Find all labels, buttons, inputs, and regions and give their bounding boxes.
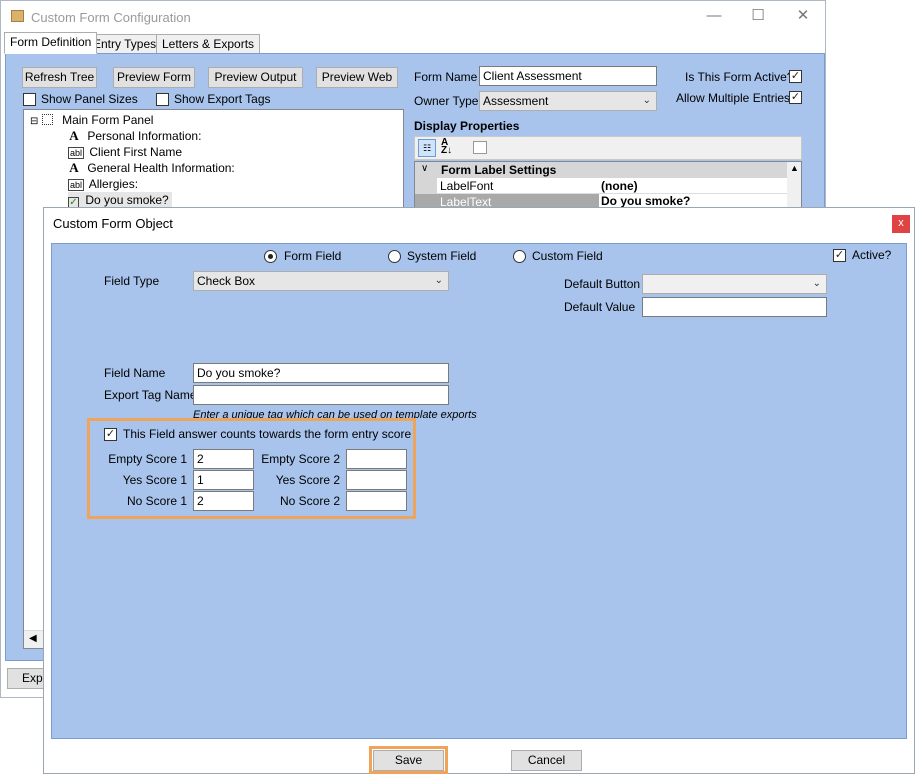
show-panel-sizes-checkbox[interactable]: [23, 93, 36, 106]
form-name-label: Form Name: [414, 70, 478, 84]
refresh-tree-button[interactable]: Refresh Tree: [22, 67, 97, 88]
yes-score-1-label: Yes Score 1: [122, 473, 187, 487]
preview-output-button[interactable]: Preview Output: [208, 67, 303, 88]
owner-type-value: Assessment: [483, 94, 549, 108]
tree-item-label: Main Form Panel: [62, 113, 154, 127]
property-row[interactable]: LabelFont (none): [415, 178, 787, 194]
default-button-select[interactable]: ⌄: [642, 274, 827, 294]
is-active-checkbox[interactable]: ✓: [789, 70, 802, 83]
textbox-icon: abl: [68, 179, 85, 191]
tree-item[interactable]: A General Health Information:: [68, 160, 235, 176]
form-name-input[interactable]: Client Assessment: [479, 66, 657, 86]
scroll-up-icon[interactable]: ▲: [790, 163, 799, 173]
form-field-radio[interactable]: [264, 250, 277, 263]
property-toolbar: ☷ A Z↓: [414, 136, 802, 160]
property-scrollbar[interactable]: ▲: [787, 162, 801, 208]
tree-item[interactable]: A Personal Information:: [68, 128, 201, 144]
tree-item-label: Personal Information:: [87, 129, 202, 143]
sort-alphabetical-icon[interactable]: A Z↓: [441, 138, 452, 156]
show-panel-sizes-label: Show Panel Sizes: [41, 92, 138, 106]
tree-item-label: General Health Information:: [87, 161, 235, 175]
preview-web-button[interactable]: Preview Web: [316, 67, 398, 88]
system-field-label: System Field: [407, 249, 477, 263]
textbox-icon: abl: [68, 147, 85, 159]
show-export-tags-checkbox[interactable]: [156, 93, 169, 106]
owner-type-select[interactable]: Assessment ⌄: [479, 91, 657, 111]
expand-icon[interactable]: ∨: [421, 163, 428, 174]
show-export-tags-label: Show Export Tags: [174, 92, 271, 106]
tree-item[interactable]: abl Client First Name: [68, 144, 182, 160]
tree-item-label: Allergies:: [88, 177, 139, 191]
score-checkbox-label: This Field answer counts towards the for…: [123, 427, 412, 441]
yes-score-2-label: Yes Score 2: [275, 473, 340, 487]
default-button-label: Default Button: [564, 277, 641, 291]
chevron-down-icon: ⌄: [812, 278, 821, 289]
window-title: Custom Form Configuration: [31, 10, 191, 25]
property-category-row[interactable]: ∨ Form Label Settings: [415, 162, 787, 178]
default-value-label: Default Value: [564, 300, 636, 314]
custom-field-label: Custom Field: [532, 249, 603, 263]
no-score-1-label: No Score 1: [126, 494, 187, 508]
property-category-label: Form Label Settings: [441, 163, 557, 177]
allow-multiple-checkbox[interactable]: ✓: [789, 91, 802, 104]
save-button[interactable]: Save: [373, 750, 444, 771]
property-grid[interactable]: ∨ Form Label Settings LabelFont (none) L…: [414, 161, 802, 209]
tab-letters-exports[interactable]: Letters & Exports: [156, 34, 261, 54]
minimize-icon[interactable]: —: [699, 5, 729, 27]
close-icon[interactable]: x: [892, 215, 910, 233]
display-properties-heading: Display Properties: [414, 119, 520, 133]
tree-item[interactable]: abl Allergies:: [68, 176, 138, 192]
owner-type-label: Owner Type: [414, 94, 479, 108]
score-checkbox[interactable]: ✓: [104, 428, 117, 441]
empty-score-2-label: Empty Score 2: [261, 452, 340, 466]
tree-item-label: Do you smoke?: [85, 193, 169, 207]
dialog-title: Custom Form Object: [53, 216, 173, 231]
active-label: Active?: [852, 248, 892, 262]
no-score-2-label: No Score 2: [279, 494, 340, 508]
allow-multiple-label: Allow Multiple Entries?: [676, 91, 797, 105]
property-pages-icon[interactable]: [473, 141, 487, 154]
form-field-label: Form Field: [284, 249, 342, 263]
tree-item-label: Client First Name: [89, 145, 183, 159]
panel-icon: [41, 114, 53, 125]
property-value: (none): [601, 179, 638, 193]
app-icon: [11, 10, 24, 22]
export-tag-label: Export Tag Name: [104, 388, 197, 402]
collapse-icon[interactable]: ⊟: [30, 116, 38, 127]
export-tag-input[interactable]: [193, 385, 449, 405]
field-type-select[interactable]: Check Box ⌄: [193, 271, 449, 291]
default-value-input[interactable]: [642, 297, 827, 317]
scroll-left-icon[interactable]: ◀: [29, 633, 37, 644]
tab-entry-types[interactable]: Entry Types: [87, 34, 163, 54]
chevron-down-icon: ⌄: [434, 275, 443, 286]
chevron-down-icon: ⌄: [642, 95, 651, 106]
cancel-button[interactable]: Cancel: [511, 750, 582, 771]
no-score-2-input[interactable]: [346, 491, 407, 511]
tree-item-selected[interactable]: ✓ Do you smoke?: [68, 192, 172, 208]
field-type-value: Check Box: [197, 274, 256, 288]
active-checkbox[interactable]: ✓: [833, 249, 846, 262]
empty-score-2-input[interactable]: [346, 449, 407, 469]
categorized-icon[interactable]: ☷: [418, 139, 436, 157]
field-name-input[interactable]: Do you smoke?: [193, 363, 449, 383]
text-label-icon: A: [69, 128, 79, 143]
tree-item[interactable]: ⊟ Main Form Panel: [30, 112, 153, 128]
field-name-label: Field Name: [104, 366, 166, 380]
tab-form-definition[interactable]: Form Definition: [4, 32, 98, 54]
system-field-radio[interactable]: [388, 250, 401, 263]
yes-score-2-input[interactable]: [346, 470, 407, 490]
is-active-label: Is This Form Active?: [685, 70, 794, 84]
custom-field-radio[interactable]: [513, 250, 526, 263]
property-name: LabelFont: [440, 179, 494, 193]
empty-score-1-label: Empty Score 1: [108, 452, 187, 466]
preview-form-button[interactable]: Preview Form: [113, 67, 195, 88]
close-icon[interactable]: ✕: [788, 5, 818, 27]
field-type-label: Field Type: [104, 274, 160, 288]
maximize-icon[interactable]: ☐: [743, 5, 773, 27]
text-label-icon: A: [69, 160, 79, 175]
